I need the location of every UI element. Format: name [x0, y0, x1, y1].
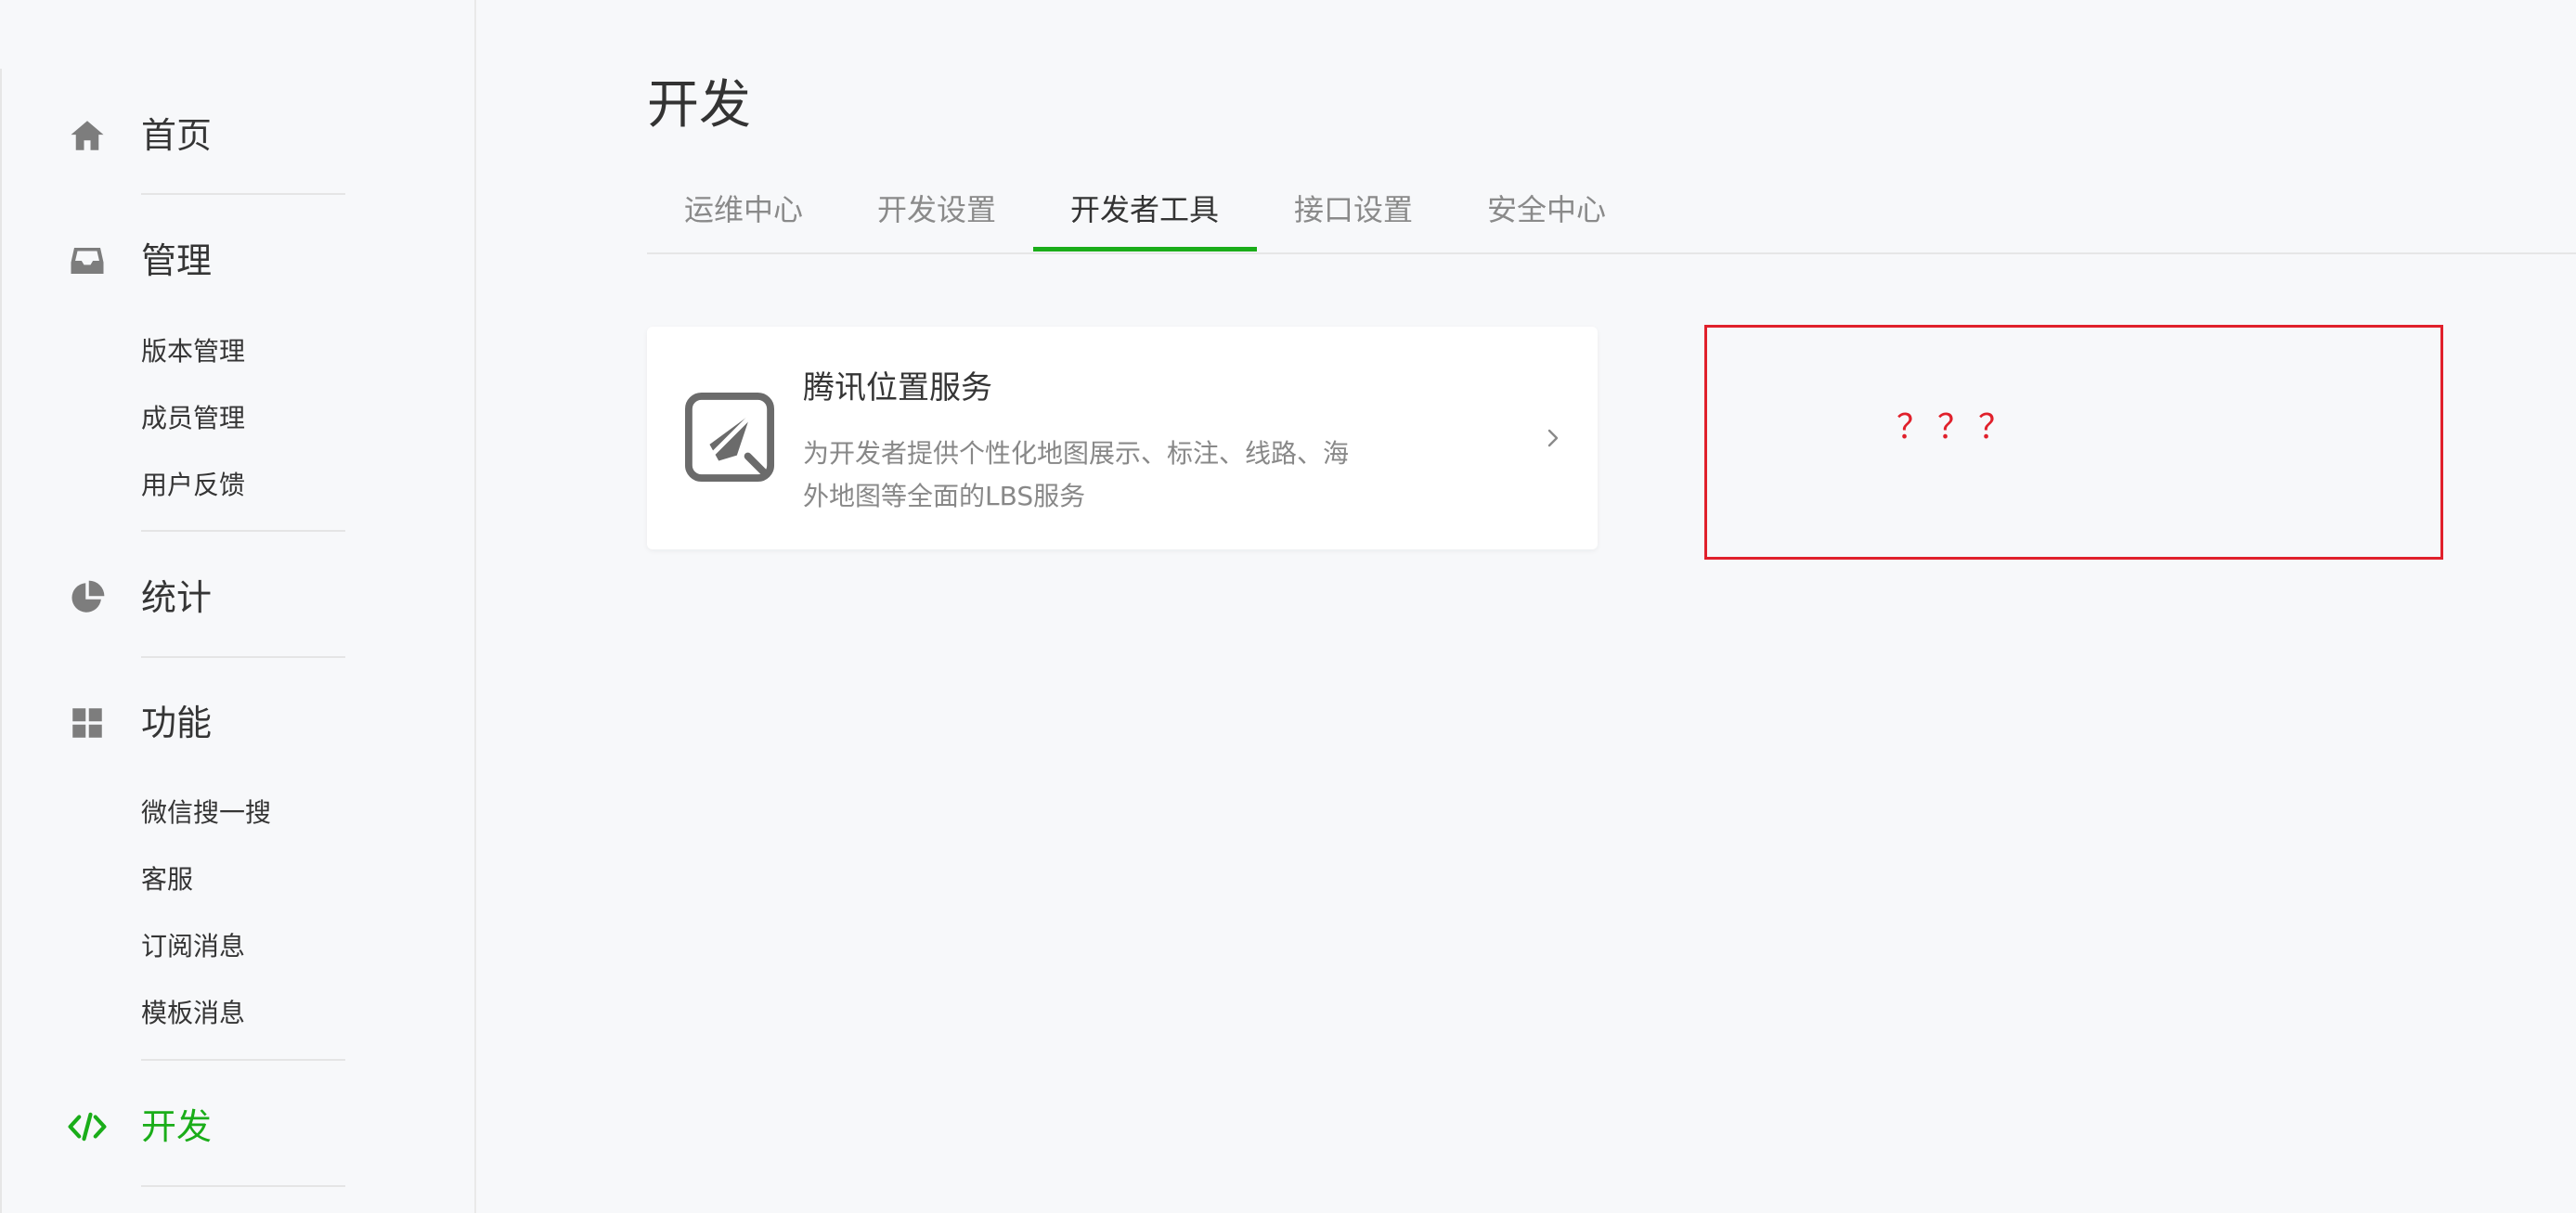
sidebar-item-label: 管理 [141, 240, 213, 281]
sidebar-subitem-wechat-search[interactable]: 微信搜一搜 [141, 796, 271, 830]
sidebar-item-label: 开发 [141, 1106, 213, 1147]
home-icon [71, 121, 104, 150]
sidebar-subitem-customer-service[interactable]: 客服 [141, 863, 193, 897]
tab-development-settings[interactable]: 开发设置 [877, 189, 996, 230]
service-description: 为开发者提供个性化地图展示、标注、线路、海外地图等全面的LBS服务 [803, 438, 1350, 511]
service-title: 腾讯位置服务 [803, 369, 992, 406]
sidebar-divider [141, 1059, 345, 1061]
sidebar-item-label: 首页 [141, 115, 213, 156]
tab-developer-tools[interactable]: 开发者工具 [1070, 189, 1219, 230]
tab-operations-center[interactable]: 运维中心 [684, 189, 803, 230]
code-icon [68, 1112, 107, 1142]
sidebar-subitem-member-management[interactable]: 成员管理 [141, 402, 245, 435]
sidebar-divider [141, 193, 345, 195]
inbox-icon [71, 248, 104, 274]
page-title: 开发 [647, 75, 751, 135]
sidebar-divider [141, 1185, 345, 1187]
sidebar-item-home[interactable]: 首页 [0, 106, 476, 165]
active-tab-indicator [1033, 247, 1257, 252]
sidebar-subitem-version-management[interactable]: 版本管理 [141, 335, 245, 368]
annotation-box: ？？？ [1704, 325, 2443, 560]
tab-security-center[interactable]: 安全中心 [1487, 189, 1606, 230]
compass-icon [684, 392, 775, 483]
annotation-question-marks: ？？？ [1896, 408, 2020, 446]
sidebar-divider [141, 530, 345, 532]
sidebar-item-manage[interactable]: 管理 [0, 231, 476, 290]
sidebar-divider [141, 656, 345, 658]
sidebar-subitem-subscription-messages[interactable]: 订阅消息 [141, 930, 245, 963]
sidebar-subitem-user-feedback[interactable]: 用户反馈 [141, 469, 245, 502]
sidebar-item-label: 功能 [141, 703, 213, 743]
sidebar-item-stats[interactable]: 统计 [0, 568, 476, 627]
sidebar-item-features[interactable]: 功能 [0, 693, 476, 753]
tab-bar: 运维中心 开发设置 开发者工具 接口设置 安全中心 [647, 176, 2576, 254]
sidebar-item-label: 统计 [141, 577, 213, 618]
sidebar: 首页 管理 版本管理 成员管理 用户反馈 统计 功能 微信搜一搜 客服 订阅消息… [0, 0, 476, 1213]
sidebar-subitem-template-messages[interactable]: 模板消息 [141, 997, 245, 1030]
chevron-right-icon [1547, 429, 1559, 447]
pie-chart-icon [71, 580, 105, 613]
tab-interface-settings[interactable]: 接口设置 [1294, 189, 1413, 230]
tencent-location-service-card[interactable]: 腾讯位置服务 为开发者提供个性化地图展示、标注、线路、海外地图等全面的LBS服务 [647, 327, 1598, 549]
sidebar-item-develop[interactable]: 开发 [0, 1097, 476, 1156]
grid-icon [72, 708, 102, 738]
